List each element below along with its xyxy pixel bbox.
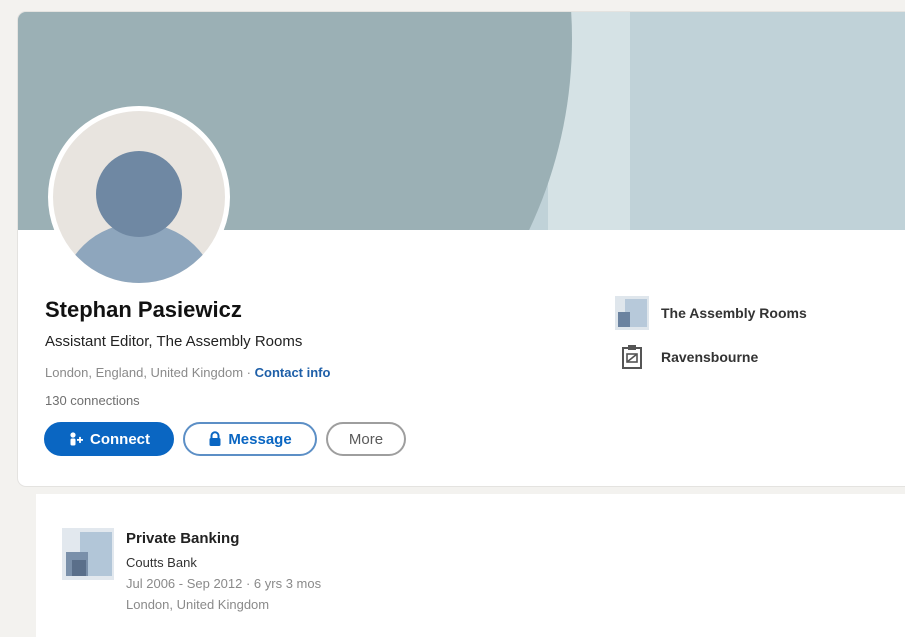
add-person-icon — [70, 432, 83, 446]
profile-name: Stephan Pasiewicz — [45, 297, 242, 322]
more-button[interactable]: More — [326, 422, 406, 456]
avatar-silhouette-head — [96, 151, 182, 237]
org-item[interactable]: The Assembly Rooms — [615, 295, 807, 331]
organizations-list: The Assembly Rooms Ravensbourne — [615, 295, 807, 383]
message-button[interactable]: Message — [183, 422, 317, 456]
lock-icon — [209, 431, 221, 446]
org-label: The Assembly Rooms — [661, 305, 807, 321]
more-label: More — [348, 430, 384, 448]
connect-label: Connect — [90, 430, 150, 448]
org-item[interactable]: Ravensbourne — [615, 339, 807, 375]
company-logo-icon — [62, 528, 114, 580]
message-label: Message — [228, 430, 292, 448]
experience-company: Coutts Bank — [126, 555, 197, 570]
avatar[interactable] — [48, 106, 230, 288]
separator-dot: · — [243, 365, 255, 380]
company-logo-icon — [615, 296, 649, 330]
experience-dates: Jul 2006 - Sep 2012 · 6 yrs 3 mos — [126, 576, 322, 591]
experience-location: London, United Kingdom — [126, 597, 270, 612]
experience-section: Private Banking Coutts Bank Jul 2006 - S… — [36, 494, 905, 637]
profile-info: Stephan Pasiewicz Assistant Editor, The … — [45, 297, 330, 408]
location-line: London, England, United Kingdom · Contac… — [45, 365, 330, 380]
contact-info-link[interactable]: Contact info — [255, 365, 331, 380]
experience-item[interactable]: Private Banking Coutts Bank Jul 2006 - S… — [126, 530, 321, 612]
school-icon — [622, 345, 642, 369]
profile-headline: Assistant Editor, The Assembly Rooms — [45, 333, 303, 350]
connections-count[interactable]: 130 connections — [45, 393, 330, 408]
experience-title: Private Banking — [126, 530, 240, 547]
profile-location: London, England, United Kingdom — [45, 365, 244, 380]
connect-button[interactable]: Connect — [44, 422, 174, 456]
profile-actions: Connect Message More — [44, 422, 406, 456]
profile-card: Stephan Pasiewicz Assistant Editor, The … — [18, 12, 905, 486]
org-label: Ravensbourne — [661, 349, 759, 365]
